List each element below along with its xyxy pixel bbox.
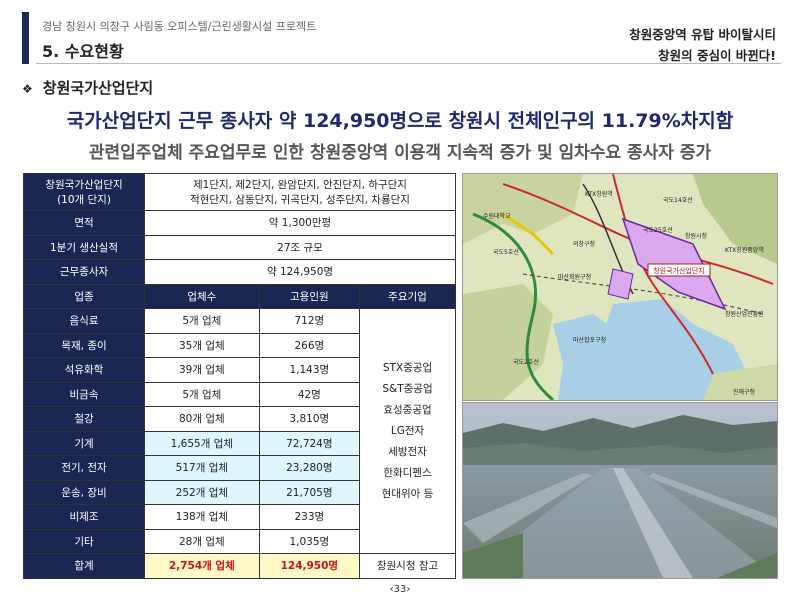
industry-name: 전기, 전자 [23,455,145,481]
map-label: 진해구청 [733,388,755,396]
map-graphic: 창원국가산업단지 수원대학교 KTX창원역 국도14호선 국도25호선 창원시청… [463,174,777,400]
company-count: 5개 업체 [144,381,260,407]
major-companies: STX중공업 S&T중공업 효성중공업 LG전자 세방전자 한화디펜스 현대위아… [359,308,456,554]
page-header: 경남 창원시 의창구 사림동 오피스텔/근린생활시설 프로젝트 5. 수요현황 … [0,0,800,70]
row-label: 창원국가산업단지 (10개 단지) [23,173,145,211]
column-header: 주요기업 [359,283,456,309]
industry-name: 석유화학 [23,357,145,383]
employee-count: 21,705명 [258,479,361,505]
industry-name: 비제조 [23,504,145,530]
row-value: 27조 규모 [144,234,456,260]
company-count: 80개 업체 [144,406,260,432]
headline: 국가산업단지 근무 종사자 약 124,950명으로 창원시 전체인구의 11.… [66,110,734,132]
source-note: 창원시청 참고 [359,553,456,579]
industry-name: 비금속 [23,381,145,407]
industry-name: 음식료 [23,308,145,334]
industry-name: 목재, 종이 [23,332,145,358]
map-label: KTX창원중앙역 [725,246,764,254]
row-label: 1분기 생산실적 [23,234,145,260]
complex-list: 제1단지, 제2단지, 완암단지, 안진단지, 하구단지 적현단지, 삼동단지,… [144,173,456,211]
aerial-photo [462,402,778,579]
table-header-row: 업종 업체수 고용인원 주요기업 [23,283,456,309]
map-label: 국도25호선 [643,226,673,234]
map-label: 창원산업진흥원 [725,310,764,318]
total-label: 합계 [23,553,145,579]
table-row: 1분기 생산실적 27조 규모 [23,234,456,260]
industry-name: 철강 [23,406,145,432]
tagline-primary: 창원중앙역 유탑 바이탈시티 [629,27,776,42]
table-row: 음식료 5개 업체 712명 STX중공업 S&T중공업 효성중공업 LG전자 … [23,308,456,554]
map-label: 마산회원구청 [558,273,591,281]
table-row: 근무종사자 약 124,950명 [23,259,456,285]
company-count: 35개 업체 [144,332,260,358]
total-company-count: 2,754개 업체 [144,553,260,579]
employee-count: 233명 [258,504,361,530]
company-count: 252개 업체 [144,479,260,505]
location-map: 창원국가산업단지 수원대학교 KTX창원역 국도14호선 국도25호선 창원시청… [462,173,778,401]
employee-count: 266명 [258,332,361,358]
employee-count: 42명 [258,381,361,407]
column-header: 고용인원 [258,283,361,309]
table-row: 창원국가산업단지 (10개 단지) 제1단지, 제2단지, 완암단지, 안진단지… [23,173,456,211]
table-row: 면적 약 1,300만평 [23,210,456,236]
employee-count: 72,724명 [258,430,361,456]
industry-name: 기타 [23,528,145,554]
project-name: 경남 창원시 의창구 사림동 오피스텔/근린생활시설 프로젝트 [42,20,317,33]
row-label: 근무종사자 [23,259,145,285]
tagline-secondary: 창원의 중심이 바뀐다! [658,48,776,63]
industrial-complex-table: 창원국가산업단지 (10개 단지) 제1단지, 제2단지, 완암단지, 안진단지… [23,173,456,579]
employee-count: 1,143명 [258,357,361,383]
map-label: 국도2호선 [513,358,539,366]
row-value: 약 124,950명 [144,259,456,285]
section-title: 5. 수요현황 [42,42,124,61]
map-label: 의창구청 [573,240,595,248]
map-label-complex: 창원국가산업단지 [653,266,705,275]
map-label: 국도5호선 [493,248,519,256]
header-accent-bar [22,12,29,64]
row-value: 약 1,300만평 [144,210,456,236]
company-count: 517개 업체 [144,455,260,481]
total-row: 합계 2,754개 업체 124,950명 창원시청 참고 [23,553,456,579]
page-number: ‹33› [389,584,411,595]
column-header: 업종 [23,283,145,309]
employee-count: 23,280명 [258,455,361,481]
industry-name: 기계 [23,430,145,456]
map-label: 국도14호선 [663,196,693,204]
column-header: 업체수 [144,283,260,309]
map-label: KTX창원역 [585,190,613,198]
total-employee-count: 124,950명 [258,553,361,579]
map-label: 마산합포구청 [573,336,606,344]
diamond-bullet-icon: ❖ [22,82,33,96]
company-count: 1,655개 업체 [144,430,260,456]
row-label: 면적 [23,210,145,236]
map-label: 수원대학교 [483,212,511,220]
industry-name: 운송, 장비 [23,479,145,505]
company-count: 28개 업체 [144,528,260,554]
company-count: 39개 업체 [144,357,260,383]
employee-count: 712명 [258,308,361,334]
employee-count: 3,810명 [258,406,361,432]
subsection-heading: ❖ 창원국가산업단지 [22,77,153,98]
subsection-title: 창원국가산업단지 [42,79,154,97]
employee-count: 1,035명 [258,528,361,554]
map-label: 창원시청 [685,232,707,240]
company-count: 5개 업체 [144,308,260,334]
aerial-graphic [463,403,777,578]
company-count: 138개 업체 [144,504,260,530]
subheadline: 관련입주업체 주요업무로 인한 창원중앙역 이용객 지속적 증가 및 임차수요 … [88,143,712,163]
